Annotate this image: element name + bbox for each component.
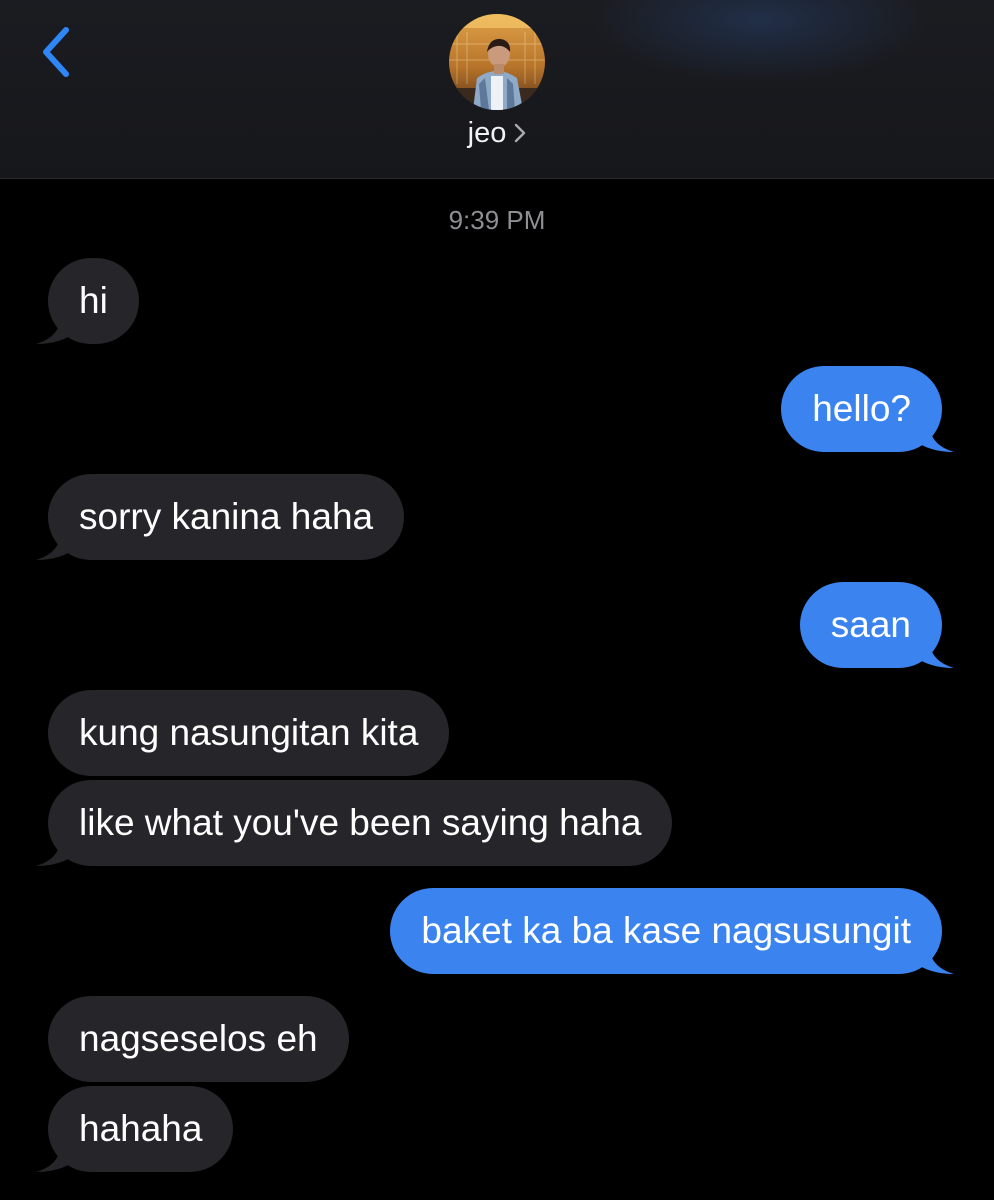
contact-avatar-photo xyxy=(449,14,545,110)
bubble-tail xyxy=(36,524,76,560)
outgoing-message-bubble[interactable]: saan xyxy=(799,582,954,668)
contact-name: jeo xyxy=(467,117,507,149)
contact-avatar[interactable] xyxy=(449,14,545,110)
message-text: baket ka ba kase nagsusungit xyxy=(421,910,911,951)
conversation-header: jeo xyxy=(0,0,994,179)
chevron-right-icon xyxy=(514,118,526,151)
outgoing-message-bubble[interactable]: baket ka ba kase nagsusungit xyxy=(390,888,954,974)
message-text: nagseselos eh xyxy=(79,1018,318,1059)
message-text: kung nasungitan kita xyxy=(79,712,419,753)
incoming-message-bubble[interactable]: kung nasungitan kita xyxy=(48,690,450,776)
message-text: sorry kanina haha xyxy=(79,496,374,537)
incoming-message-bubble[interactable]: hahaha xyxy=(36,1086,234,1172)
bubble-tail xyxy=(36,1136,76,1172)
contact-name-button[interactable]: jeo xyxy=(0,117,994,151)
outgoing-message-bubble[interactable]: hello? xyxy=(781,366,954,452)
message-text: hi xyxy=(79,280,108,321)
incoming-message-bubble[interactable]: nagseselos eh xyxy=(48,996,349,1082)
chevron-left-icon xyxy=(43,27,69,77)
back-button[interactable] xyxy=(34,22,82,86)
message-text: like what you've been saying haha xyxy=(79,802,642,843)
incoming-message-bubble[interactable]: sorry kanina haha xyxy=(36,474,405,560)
message-text: hello? xyxy=(812,388,911,429)
bubble-tail xyxy=(914,416,954,452)
bubble-tail xyxy=(36,308,76,344)
bubble-tail xyxy=(914,632,954,668)
incoming-message-bubble[interactable]: like what you've been saying haha xyxy=(36,780,673,866)
message-text: hahaha xyxy=(79,1108,203,1149)
bubble-tail xyxy=(36,830,76,866)
incoming-message-bubble[interactable]: hi xyxy=(36,258,139,344)
message-text: saan xyxy=(830,604,911,645)
message-timestamp: 9:39 PM xyxy=(448,205,546,235)
bubble-tail xyxy=(914,938,954,974)
